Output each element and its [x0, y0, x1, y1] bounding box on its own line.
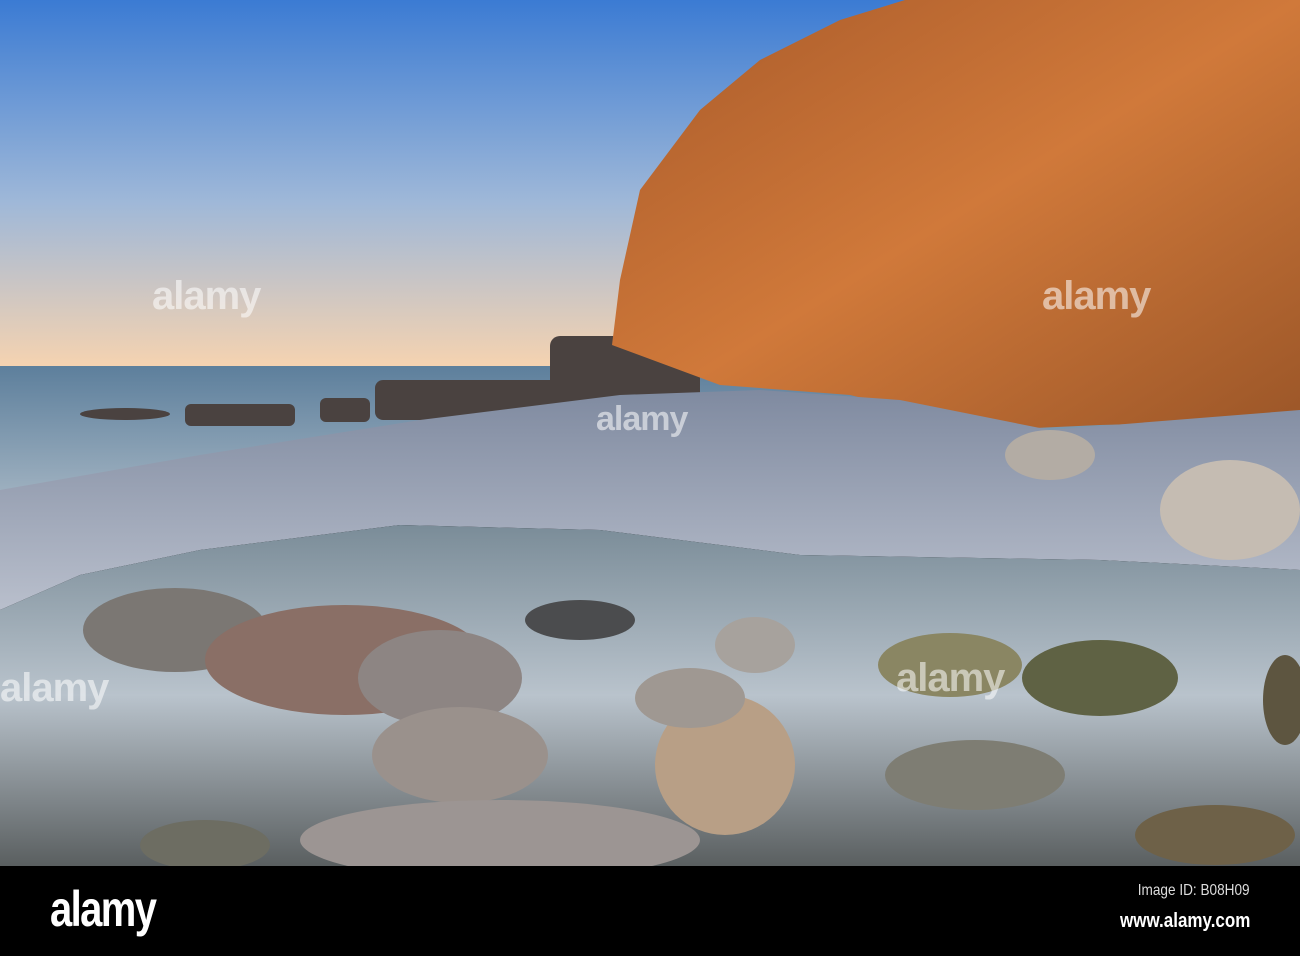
site-url: www.alamy.com [1119, 910, 1250, 932]
image-id: Image ID: B08H09 [1138, 882, 1250, 899]
watermark-left: alamy [152, 274, 261, 318]
stock-photo: alamy alamy alamy alamy alamy alamy Imag… [0, 0, 1300, 956]
footer-bar: alamy Image ID: B08H09 www.alamy.com [0, 866, 1300, 956]
watermark-bottom-right: alamy [896, 656, 1005, 700]
watermark-bottom-left: alamy [0, 666, 109, 710]
watermark-center: alamy [596, 400, 688, 438]
watermark-right: alamy [1042, 274, 1151, 318]
alamy-logo: alamy [50, 881, 157, 937]
